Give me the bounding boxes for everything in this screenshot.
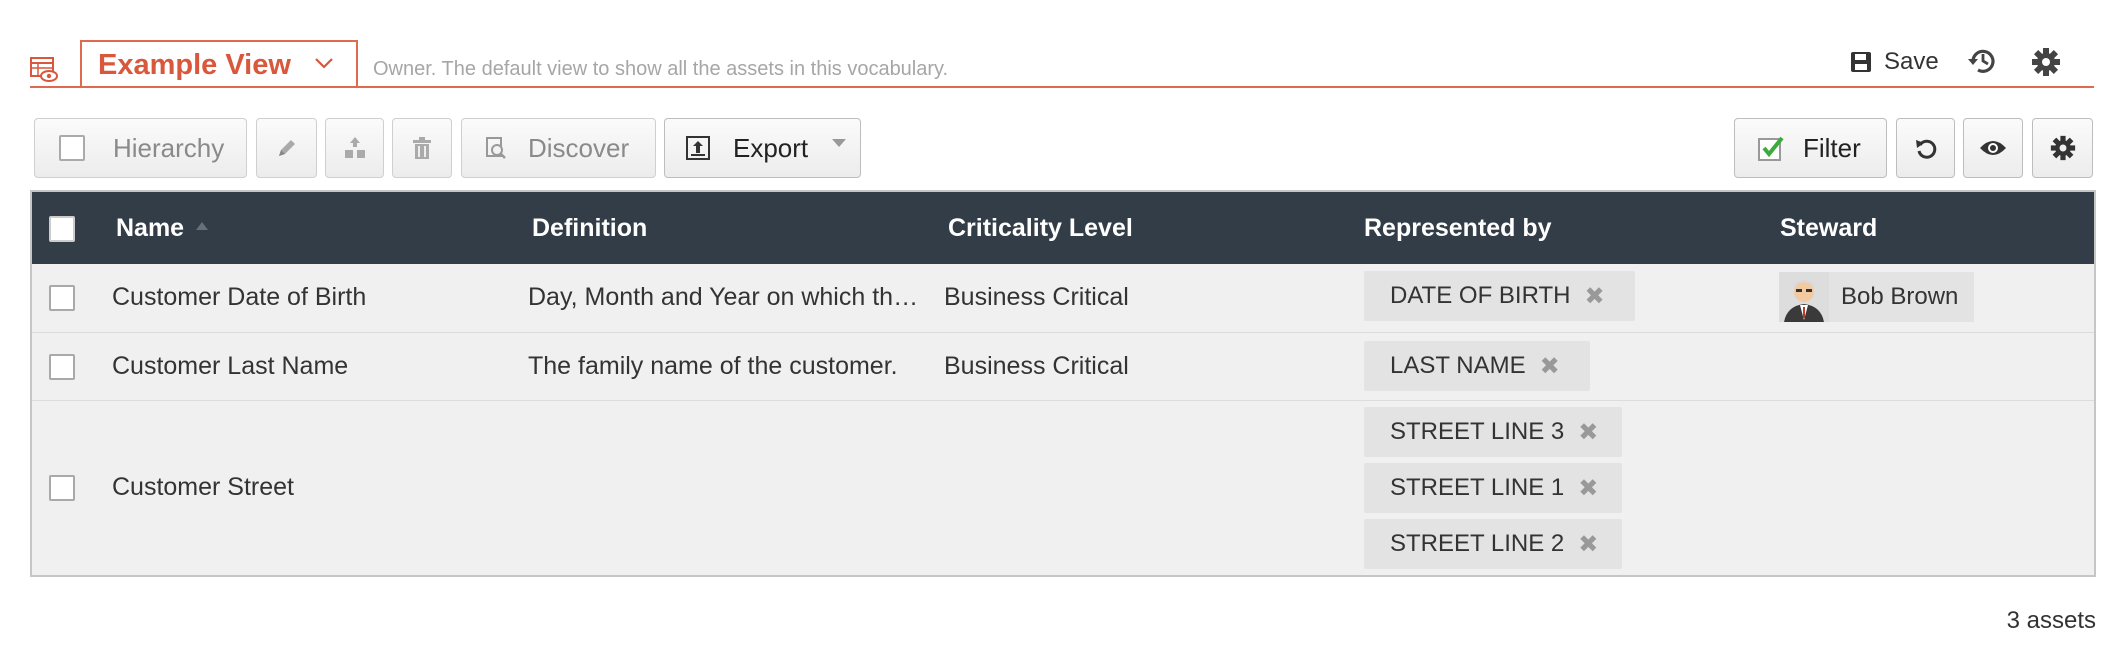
avatar bbox=[1779, 272, 1829, 322]
assets-table: Name Definition Criticality Level Repres… bbox=[30, 190, 2096, 577]
asset-name[interactable]: Customer Last Name bbox=[112, 352, 512, 381]
represented-by-tag[interactable]: STREET LINE 1 ✖ bbox=[1364, 463, 1622, 513]
asset-count: 3 assets bbox=[2006, 607, 2096, 634]
view-settings-button[interactable] bbox=[2031, 47, 2061, 77]
history-button[interactable] bbox=[1966, 44, 2000, 78]
refresh-icon bbox=[1915, 139, 1936, 159]
asset-name[interactable]: Customer Date of Birth bbox=[112, 283, 512, 312]
asset-criticality: Business Critical bbox=[944, 352, 1129, 380]
table-row[interactable]: Customer Last Name The family name of th… bbox=[32, 332, 2094, 400]
refresh-button[interactable] bbox=[1896, 118, 1955, 178]
trash-icon bbox=[413, 137, 431, 159]
gear-icon bbox=[2032, 48, 2060, 76]
hierarchy-label: Hierarchy bbox=[113, 132, 225, 163]
edit-button[interactable] bbox=[256, 118, 317, 178]
gear-icon bbox=[2050, 135, 2075, 161]
discover-button[interactable]: Discover bbox=[461, 118, 656, 178]
remove-tag-icon[interactable]: ✖ bbox=[1578, 530, 1598, 559]
history-icon bbox=[1968, 49, 1995, 73]
caret-down-icon bbox=[832, 139, 847, 147]
checked-box-icon bbox=[1758, 136, 1784, 161]
steward-chip[interactable]: Bob Brown bbox=[1779, 272, 1975, 322]
hierarchy-toggle[interactable]: Hierarchy bbox=[34, 118, 247, 178]
remove-tag-icon[interactable]: ✖ bbox=[1578, 418, 1598, 447]
export-label: Export bbox=[733, 132, 809, 163]
floppy-disk-icon bbox=[1851, 52, 1871, 72]
column-header-represented-by[interactable]: Represented by bbox=[1364, 192, 1552, 264]
row-checkbox[interactable] bbox=[49, 475, 75, 501]
move-assets-icon bbox=[344, 137, 365, 158]
view-divider bbox=[30, 86, 2094, 88]
steward-name: Bob Brown bbox=[1841, 283, 1959, 310]
export-icon bbox=[686, 136, 710, 160]
column-header-criticality[interactable]: Criticality Level bbox=[948, 192, 1133, 264]
delete-button[interactable] bbox=[392, 118, 452, 178]
view-description: Owner. The default view to show all the … bbox=[373, 58, 949, 80]
save-label: Save bbox=[1884, 48, 1939, 75]
eye-icon bbox=[1980, 141, 2006, 155]
preview-button[interactable] bbox=[1963, 118, 2023, 178]
column-header-definition[interactable]: Definition bbox=[532, 192, 647, 264]
column-header-name[interactable]: Name bbox=[116, 192, 209, 264]
asset-definition: The family name of the customer. bbox=[528, 352, 898, 380]
view-name: Example View bbox=[98, 48, 291, 81]
move-button[interactable] bbox=[325, 118, 384, 178]
view-selector[interactable]: Example View bbox=[80, 40, 358, 88]
export-dropdown[interactable]: Export bbox=[664, 118, 861, 178]
table-settings-button[interactable] bbox=[2032, 118, 2093, 178]
discover-icon bbox=[486, 137, 506, 159]
remove-tag-icon[interactable]: ✖ bbox=[1584, 282, 1604, 311]
discover-label: Discover bbox=[528, 132, 630, 163]
column-header-steward[interactable]: Steward bbox=[1780, 192, 1877, 264]
filter-label: Filter bbox=[1803, 132, 1861, 163]
represented-by-tag[interactable]: DATE OF BIRTH ✖ bbox=[1364, 271, 1635, 321]
filter-button[interactable]: Filter bbox=[1734, 118, 1887, 178]
represented-by-tag[interactable]: LAST NAME ✖ bbox=[1364, 341, 1590, 391]
row-checkbox[interactable] bbox=[49, 354, 75, 380]
table-eye-icon bbox=[30, 57, 58, 82]
table-header: Name Definition Criticality Level Repres… bbox=[32, 192, 2094, 264]
select-all-checkbox[interactable] bbox=[49, 216, 75, 242]
chevron-down-icon bbox=[315, 58, 333, 69]
remove-tag-icon[interactable]: ✖ bbox=[1540, 352, 1560, 381]
represented-by-tag[interactable]: STREET LINE 2 ✖ bbox=[1364, 519, 1622, 569]
row-checkbox[interactable] bbox=[49, 285, 75, 311]
pencil-icon bbox=[278, 140, 295, 156]
remove-tag-icon[interactable]: ✖ bbox=[1578, 474, 1598, 503]
save-button[interactable]: Save bbox=[1850, 46, 1939, 78]
sort-asc-icon bbox=[196, 222, 209, 231]
asset-definition: Day, Month and Year on which the custome… bbox=[528, 283, 920, 311]
asset-criticality: Business Critical bbox=[944, 283, 1129, 311]
represented-by-tag[interactable]: STREET LINE 3 ✖ bbox=[1364, 407, 1622, 457]
hierarchy-checkbox[interactable] bbox=[59, 135, 85, 161]
table-row[interactable]: Customer Street STREET LINE 3 ✖ STREET L… bbox=[32, 400, 2094, 575]
asset-name[interactable]: Customer Street bbox=[112, 473, 512, 502]
